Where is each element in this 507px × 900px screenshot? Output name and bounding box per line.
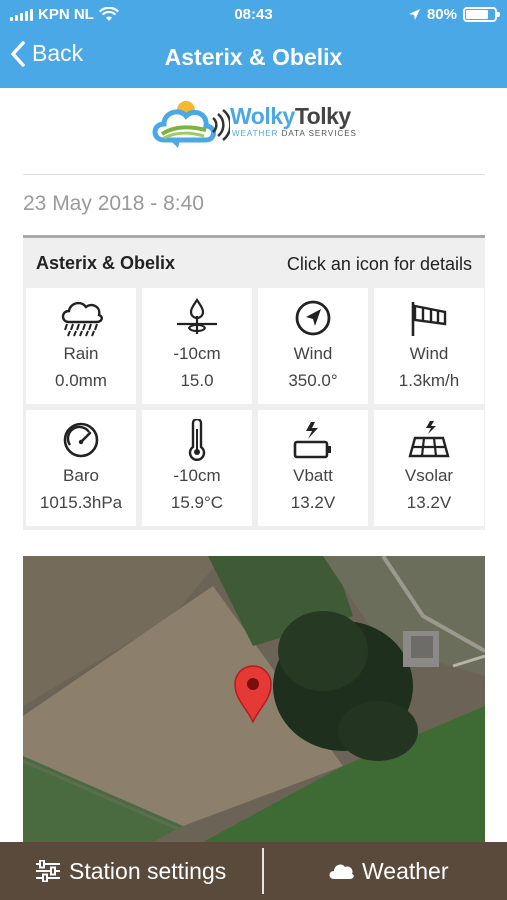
status-right: 80% <box>408 6 500 23</box>
nav-bar: Back Asterix & Obelix <box>0 30 507 88</box>
barometer-icon <box>63 422 99 458</box>
solar-panel-icon <box>408 421 450 458</box>
tile-label: Vbatt <box>293 466 333 485</box>
thermometer-icon <box>188 419 206 461</box>
map-marker-icon[interactable] <box>233 664 273 724</box>
weather-label: Weather <box>362 857 449 884</box>
logo-tagline: WEATHER DATA SERVICES <box>232 129 357 138</box>
tile-label: Wind <box>293 344 333 363</box>
status-bar: KPN NL 08:43 80% <box>0 0 507 30</box>
tile-value: 1015.3hPa <box>39 493 123 512</box>
rain-cloud-icon <box>61 301 103 337</box>
tile-label: -10cm <box>173 466 221 485</box>
tile-value: 13.2V <box>406 493 452 512</box>
tile-label: -10cm <box>173 344 221 363</box>
bottom-toolbar: Station settings Weather <box>0 842 507 900</box>
top-bar: KPN NL 08:43 80% Back Asterix & Obelix <box>0 0 507 88</box>
tile-wind-speed[interactable]: Wind 1.3km/h <box>374 288 484 404</box>
tile-value: 15.9°C <box>170 493 224 512</box>
tile-value: 350.0° <box>288 371 338 390</box>
tile-label: Wind <box>409 344 449 363</box>
page-title: Asterix & Obelix <box>164 44 343 70</box>
station-map[interactable] <box>23 556 485 842</box>
wind-direction-icon <box>295 300 331 336</box>
battery-icon <box>463 7 500 22</box>
station-name: Asterix & Obelix <box>36 253 176 273</box>
measurement-datetime: 23 May 2018 - 8:40 <box>23 192 204 215</box>
logo-wordmark: WolkyTolky <box>230 103 351 129</box>
sliders-icon <box>36 860 60 882</box>
tile-value: 13.2V <box>290 493 336 512</box>
windsock-icon <box>411 302 447 336</box>
cloud-icon <box>329 864 354 879</box>
tile-rain[interactable]: Rain 0.0mm <box>26 288 136 404</box>
panel-hint: Click an icon for details <box>286 254 472 274</box>
station-settings-button[interactable]: Station settings <box>35 842 226 900</box>
tile-soil-temperature[interactable]: -10cm 15.9°C <box>142 410 252 526</box>
tile-label: Rain <box>63 344 99 363</box>
station-settings-label: Station settings <box>69 857 227 884</box>
divider <box>23 174 485 175</box>
tile-label: Vsolar <box>404 466 454 485</box>
tile-label: Baro <box>63 466 99 485</box>
toolbar-separator <box>262 848 264 894</box>
battery-charge-icon <box>293 422 331 459</box>
tile-value: 1.3km/h <box>398 371 460 390</box>
tile-wind-direction[interactable]: Wind 350.0° <box>258 288 368 404</box>
tile-barometer[interactable]: Baro 1015.3hPa <box>26 410 136 526</box>
tile-solar-voltage[interactable]: Vsolar 13.2V <box>374 410 484 526</box>
tile-value: 0.0mm <box>55 371 107 390</box>
tile-value: 15.0 <box>180 371 214 390</box>
soil-moisture-icon <box>177 298 217 334</box>
weather-button[interactable]: Weather <box>328 842 449 900</box>
wolkytolky-logo: WolkyTolky WEATHER DATA SERVICES <box>150 96 360 152</box>
battery-percent: 80% <box>426 6 457 23</box>
panel-header: Asterix & Obelix Click an icon for detai… <box>23 238 485 288</box>
sensor-panel: Asterix & Obelix Click an icon for detai… <box>23 235 485 530</box>
location-arrow-icon <box>408 9 420 20</box>
logo-cloud-icon <box>152 101 230 148</box>
tile-battery-voltage[interactable]: Vbatt 13.2V <box>258 410 368 526</box>
tile-soil-moisture[interactable]: -10cm 15.0 <box>142 288 252 404</box>
